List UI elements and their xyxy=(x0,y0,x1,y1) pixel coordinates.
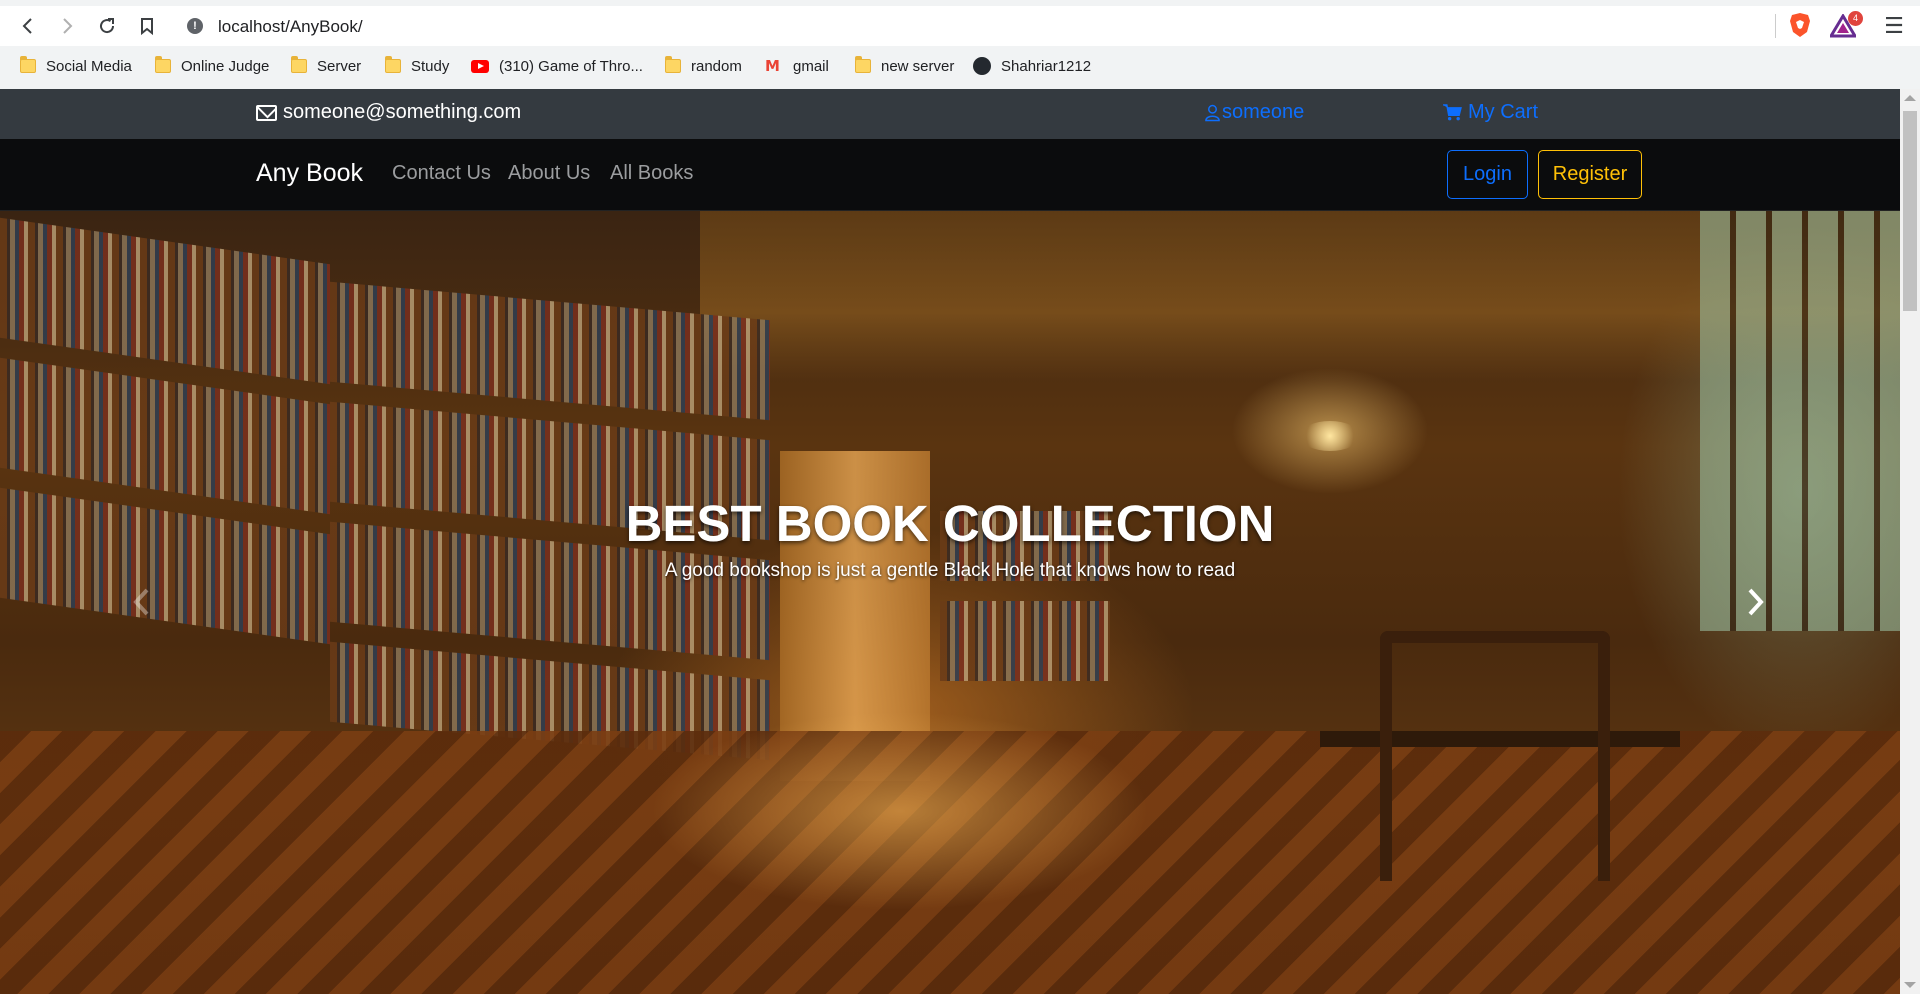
hero-title: BEST BOOK COLLECTION xyxy=(625,495,1275,552)
hero-chandelier xyxy=(1300,421,1360,451)
folder-icon xyxy=(385,56,401,73)
register-button[interactable]: Register xyxy=(1538,150,1642,199)
email-text: someone@something.com xyxy=(283,101,522,123)
back-icon[interactable] xyxy=(16,14,40,38)
cart-label: My Cart xyxy=(1468,101,1538,123)
brand-link[interactable]: Any Book xyxy=(256,159,363,188)
nav-contact-us[interactable]: Contact Us xyxy=(392,162,491,185)
github-icon xyxy=(973,57,991,75)
page-scrollbar[interactable] xyxy=(1900,89,1920,994)
scroll-thumb[interactable] xyxy=(1903,111,1917,311)
folder-icon xyxy=(20,56,36,73)
bookmark-random[interactable]: random xyxy=(665,56,742,76)
user-icon xyxy=(1205,104,1220,121)
user-link[interactable]: someone xyxy=(1205,101,1304,124)
folder-icon xyxy=(855,56,871,73)
scroll-down-icon[interactable] xyxy=(1904,982,1916,988)
cart-icon xyxy=(1443,104,1462,121)
hero-chair xyxy=(1380,631,1610,881)
bookmarks-bar: Social Media Online Judge Server Study (… xyxy=(0,50,1920,82)
bookmark-gmail[interactable]: M gmail xyxy=(765,56,829,76)
cart-link[interactable]: My Cart xyxy=(1443,101,1538,124)
hero-bookshelf xyxy=(940,601,1110,681)
scroll-up-icon[interactable] xyxy=(1904,95,1916,101)
gmail-icon: M xyxy=(765,57,780,75)
page-viewport: someone@something.com someone My Cart An… xyxy=(0,89,1900,994)
email-link[interactable]: someone@something.com xyxy=(256,101,521,124)
bookmark-new-server[interactable]: new server xyxy=(855,56,954,76)
bookmark-icon[interactable] xyxy=(135,14,159,38)
folder-icon xyxy=(155,56,171,73)
forward-icon[interactable] xyxy=(55,14,79,38)
address-bar[interactable]: ! localhost/AnyBook/ xyxy=(176,10,1782,42)
youtube-icon xyxy=(471,59,489,73)
site-info-icon[interactable]: ! xyxy=(187,18,203,34)
hero-bookshelf xyxy=(0,217,330,385)
nav-about-us[interactable]: About Us xyxy=(508,162,590,185)
hero-bookshelf xyxy=(0,357,330,515)
carousel-prev-icon[interactable] xyxy=(130,587,154,617)
hero-floor-glow xyxy=(650,711,1150,911)
bookmark-online-judge[interactable]: Online Judge xyxy=(155,56,269,76)
user-name: someone xyxy=(1222,101,1305,123)
browser-menu-icon[interactable]: ☰ xyxy=(1884,14,1904,38)
hero-carousel: BEST BOOK COLLECTION A good bookshop is … xyxy=(0,211,1900,994)
login-button[interactable]: Login xyxy=(1447,150,1528,199)
toolbar-divider xyxy=(1775,14,1776,38)
hero-subtitle: A good bookshop is just a gentle Black H… xyxy=(664,560,1236,581)
folder-icon xyxy=(665,56,681,73)
browser-chrome: ! localhost/AnyBook/ 4 ☰ Social Media On… xyxy=(0,0,1920,89)
nav-all-books[interactable]: All Books xyxy=(610,162,693,185)
url-text[interactable]: localhost/AnyBook/ xyxy=(218,17,363,37)
browser-toolbar: ! localhost/AnyBook/ 4 ☰ xyxy=(0,6,1920,46)
folder-icon xyxy=(291,56,307,73)
bookmark-social-media[interactable]: Social Media xyxy=(20,56,132,76)
contact-topbar: someone@something.com someone My Cart xyxy=(0,89,1900,139)
brave-shield-icon[interactable] xyxy=(1788,12,1812,38)
carousel-next-icon[interactable] xyxy=(1743,587,1767,617)
reload-icon[interactable] xyxy=(95,14,119,38)
bookmark-server[interactable]: Server xyxy=(291,56,361,76)
rewards-badge: 4 xyxy=(1848,11,1863,26)
main-navbar: Any Book Contact Us About Us All Books L… xyxy=(0,139,1900,211)
bookmark-github[interactable]: Shahriar1212 xyxy=(973,56,1091,76)
bookmark-youtube[interactable]: (310) Game of Thro... xyxy=(471,56,643,76)
envelope-icon xyxy=(256,104,277,121)
bookmark-study[interactable]: Study xyxy=(385,56,449,76)
